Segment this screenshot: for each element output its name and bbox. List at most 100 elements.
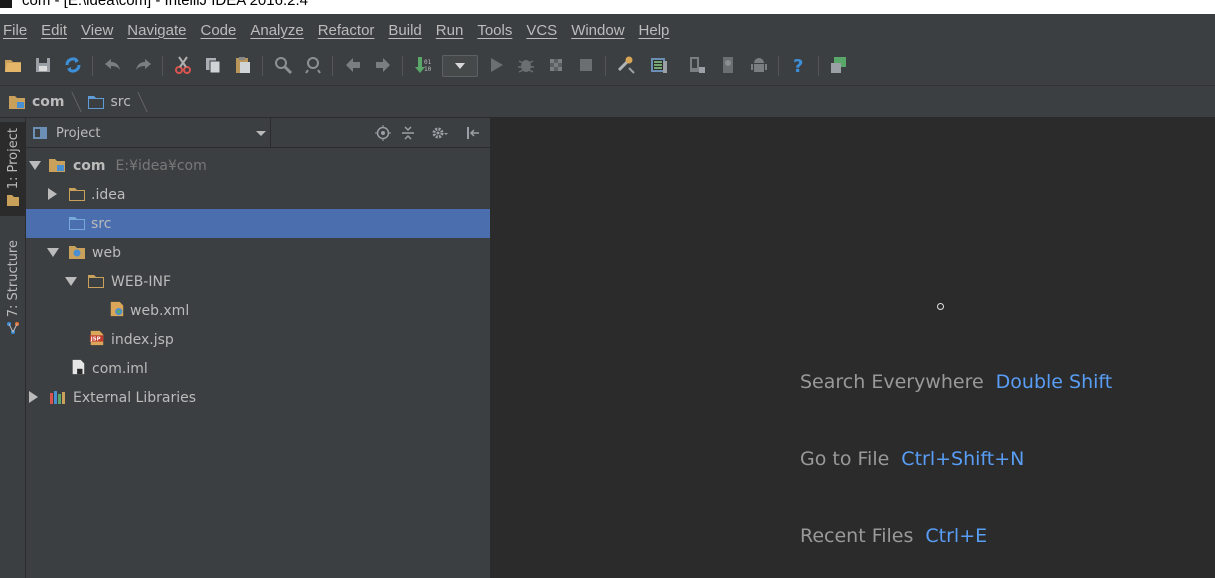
project-panel-header: Project: [26, 118, 490, 148]
structure-icon: [7, 322, 19, 335]
source-folder-icon: [87, 95, 104, 109]
breadcrumb-label: com: [32, 93, 65, 110]
collapse-all-icon[interactable]: [399, 124, 417, 142]
tree-item-label: index.jsp: [111, 331, 174, 348]
toolbar-separator: [402, 56, 403, 76]
web-folder-icon: [69, 246, 85, 259]
menu-tools[interactable]: Tools: [477, 22, 512, 39]
gear-icon[interactable]: [431, 124, 449, 142]
paste-icon[interactable]: [232, 54, 254, 76]
svg-text:JSP: JSP: [90, 337, 101, 343]
help-icon[interactable]: ?: [788, 54, 810, 76]
chevron-right-icon[interactable]: [29, 391, 38, 403]
app-icon: [0, 0, 12, 8]
jsp-file-icon: JSP: [90, 330, 104, 346]
chevron-down-icon[interactable]: [65, 277, 77, 286]
toolbar-separator: [162, 56, 163, 76]
tree-item-index-jsp[interactable]: JSP index.jsp: [26, 325, 490, 354]
undo-icon[interactable]: [102, 54, 124, 76]
tree-item-com[interactable]: com E:¥idea¥com: [26, 151, 490, 180]
hide-panel-icon[interactable]: [464, 124, 482, 142]
menu-code[interactable]: Code: [200, 22, 236, 39]
tree-item-external-libraries[interactable]: External Libraries: [26, 383, 490, 412]
hint-shortcut: Ctrl+Shift+N: [901, 448, 1025, 470]
hint-go-to-file: Go to File Ctrl+Shift+N: [800, 448, 1024, 470]
source-folder-icon: [69, 217, 85, 230]
sdk-manager-icon[interactable]: [648, 54, 670, 76]
open-folder-icon[interactable]: [2, 54, 24, 76]
tree-item-src[interactable]: src: [26, 209, 490, 238]
menu-analyze[interactable]: Analyze: [250, 22, 303, 39]
hint-recent-files: Recent Files Ctrl+E: [800, 525, 987, 547]
svg-text:?: ?: [793, 56, 803, 75]
tree-item-label: com.iml: [92, 360, 148, 377]
menu-edit[interactable]: Edit: [41, 22, 67, 39]
menu-navigate[interactable]: Navigate: [127, 22, 186, 39]
sync-icon[interactable]: [62, 54, 84, 76]
menu-help[interactable]: Help: [639, 22, 670, 39]
tree-item-web-inf[interactable]: WEB-INF: [26, 267, 490, 296]
breadcrumb-com[interactable]: com: [0, 86, 79, 117]
tree-item-label: web.xml: [130, 302, 190, 319]
forward-icon[interactable]: [372, 54, 394, 76]
menu-run[interactable]: Run: [436, 22, 464, 39]
breadcrumb: com src: [0, 86, 1215, 118]
run-config-dropdown[interactable]: [442, 55, 478, 77]
find-icon[interactable]: [272, 54, 294, 76]
copy-icon[interactable]: [202, 54, 224, 76]
avd-manager-icon[interactable]: [686, 54, 708, 76]
tree-item-idea[interactable]: .idea: [26, 180, 490, 209]
debug-icon[interactable]: [515, 54, 537, 76]
project-structure-icon[interactable]: [615, 54, 637, 76]
project-view-icon: [33, 127, 47, 139]
locate-icon[interactable]: [374, 124, 392, 142]
toolbar-separator: [818, 56, 819, 76]
hint-action: Go to File: [800, 448, 890, 470]
android-icon[interactable]: [748, 54, 770, 76]
tree-item-path: E:¥idea¥com: [115, 157, 207, 174]
coverage-icon[interactable]: [545, 54, 567, 76]
toolbar-separator: [262, 56, 263, 76]
menu-window[interactable]: Window: [571, 22, 624, 39]
replace-icon[interactable]: [302, 54, 324, 76]
chevron-right-icon[interactable]: [48, 188, 57, 200]
menu-vcs[interactable]: VCS: [526, 22, 557, 39]
project-view-selector[interactable]: Project: [32, 121, 268, 145]
header-separator: [270, 118, 271, 148]
make-project-icon[interactable]: 01 10: [412, 54, 434, 76]
tree-item-label: web: [92, 244, 121, 261]
menu-view[interactable]: View: [81, 22, 113, 39]
libraries-icon: [50, 391, 65, 404]
breadcrumb-label: src: [110, 93, 131, 110]
chevron-down-icon[interactable]: [29, 161, 41, 170]
tree-item-web-xml[interactable]: web.xml: [26, 296, 490, 325]
breadcrumb-src[interactable]: src: [79, 86, 145, 117]
tree-item-web[interactable]: web: [26, 238, 490, 267]
tree-item-com-iml[interactable]: com.iml: [26, 354, 490, 383]
menu-refactor[interactable]: Refactor: [318, 22, 375, 39]
menu-file[interactable]: File: [3, 22, 27, 39]
menu-build[interactable]: Build: [388, 22, 421, 39]
editor-area[interactable]: Search Everywhere Double Shift Go to File…: [490, 118, 1215, 578]
hint-action: Search Everywhere: [800, 371, 984, 393]
chevron-down-icon: [256, 131, 266, 136]
tab-structure[interactable]: 7: Structure: [0, 236, 26, 338]
hint-shortcut: Ctrl+E: [925, 525, 988, 547]
cut-icon[interactable]: [172, 54, 194, 76]
iml-file-icon: [72, 359, 85, 375]
vcs-icon[interactable]: [828, 54, 850, 76]
run-icon[interactable]: [485, 54, 507, 76]
stop-icon[interactable]: [575, 54, 597, 76]
tab-project[interactable]: 1: Project: [0, 122, 26, 216]
mouse-cursor: [937, 303, 944, 310]
toolbar-separator: [605, 56, 606, 76]
save-icon[interactable]: [32, 54, 54, 76]
back-icon[interactable]: [342, 54, 364, 76]
svg-text:01: 01: [424, 59, 432, 66]
android-device-icon[interactable]: [717, 54, 739, 76]
folder-icon: [7, 195, 19, 207]
redo-icon[interactable]: [132, 54, 154, 76]
chevron-down-icon[interactable]: [47, 248, 59, 257]
xml-file-icon: [110, 301, 124, 317]
tree-item-label: com: [73, 157, 106, 174]
